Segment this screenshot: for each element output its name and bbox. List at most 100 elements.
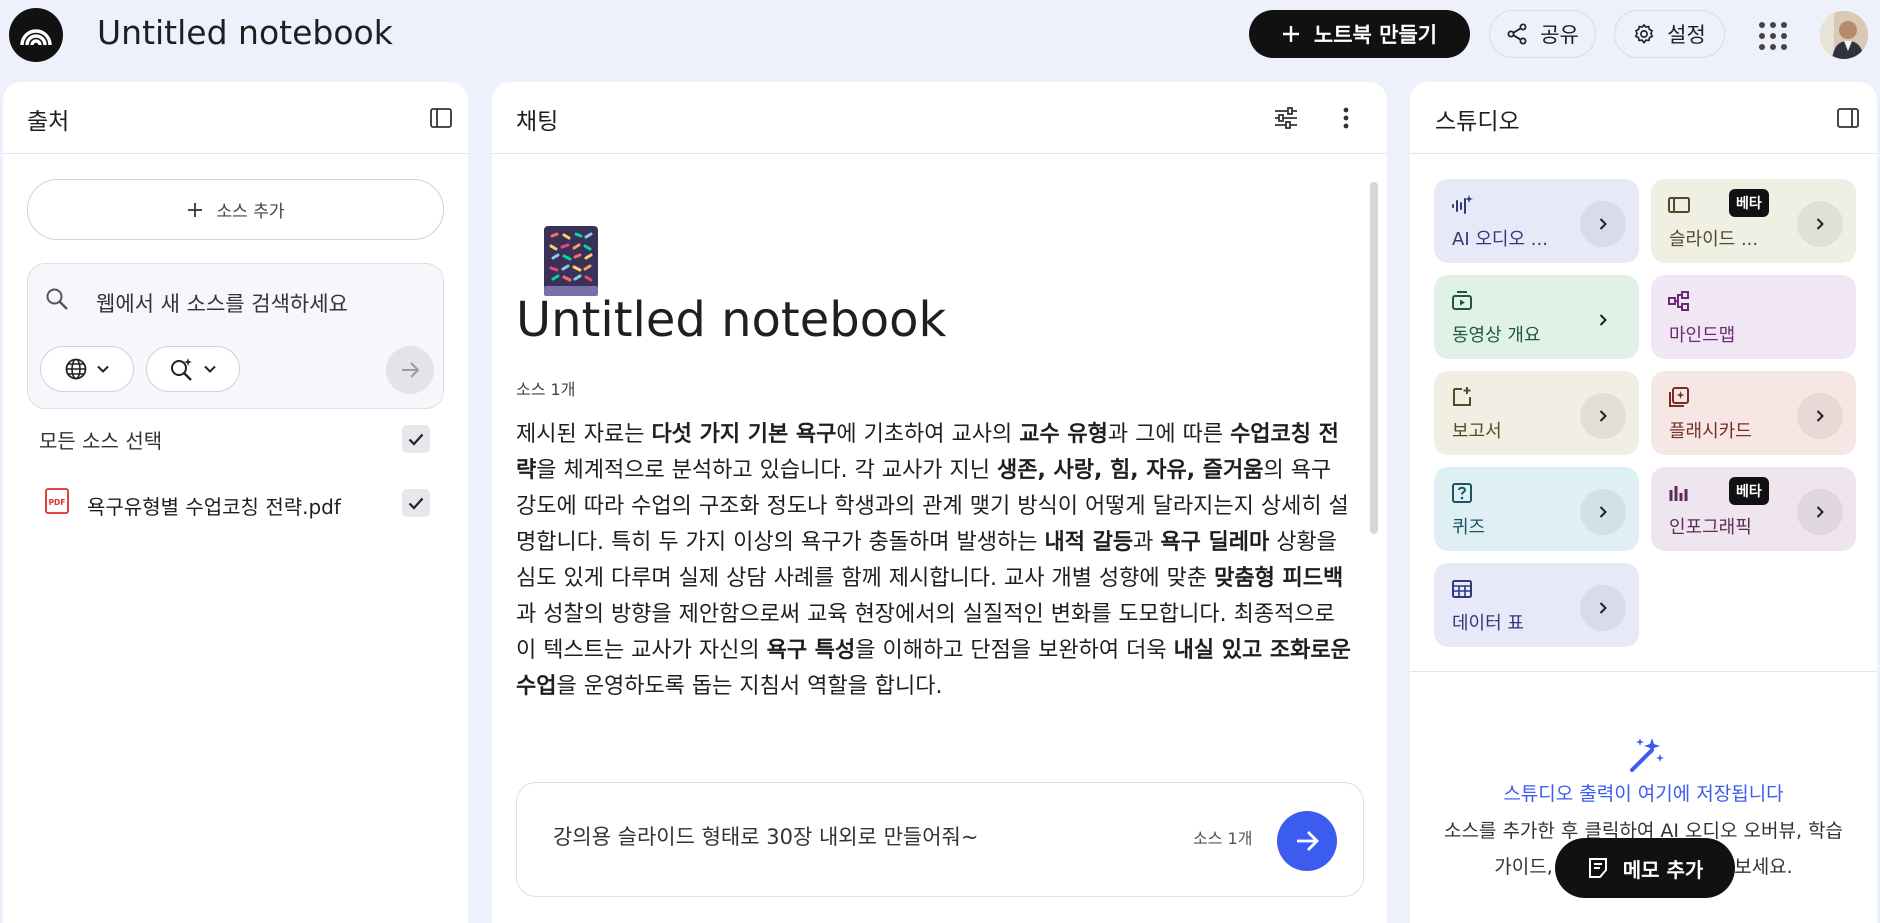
collapse-panel-icon[interactable]: [427, 104, 455, 132]
data-table-icon: [1450, 577, 1474, 601]
chevron-right-icon[interactable]: [1580, 201, 1626, 247]
checkmark-icon: [406, 429, 426, 449]
chat-scrollbar[interactable]: [1370, 182, 1378, 534]
studio-tile-label: 슬라이드 ...: [1669, 229, 1759, 250]
avatar[interactable]: [1820, 11, 1868, 59]
chat-panel-title: 채팅: [516, 109, 559, 135]
settings-button[interactable]: 설정: [1614, 10, 1725, 58]
search-submit-button[interactable]: [386, 346, 434, 394]
share-icon: [1506, 23, 1528, 45]
studio-tile-label: 퀴즈: [1452, 517, 1486, 538]
share-label: 공유: [1540, 23, 1579, 47]
notebook-cover-icon: [542, 224, 600, 298]
summary-keyword: 생존, 사랑, 힘, 자유, 즐거움: [997, 458, 1264, 483]
slides-icon: [1667, 193, 1691, 217]
studio-tile-label: 동영상 개요: [1452, 325, 1541, 346]
chevron-right-icon[interactable]: [1797, 489, 1843, 535]
svg-text:PDF: PDF: [49, 498, 66, 507]
studio-tile-video-overview[interactable]: 동영상 개요: [1434, 275, 1639, 359]
flashcard-icon: [1667, 385, 1691, 409]
composer-source-count: 소스 1개: [1193, 829, 1253, 848]
notebook-summary: 제시된 자료는 다섯 가지 기본 욕구에 기초하여 교사의 교수 유형과 그에 …: [516, 417, 1356, 705]
studio-tile-label: 플래시카드: [1669, 421, 1752, 442]
notebook-title[interactable]: Untitled notebook: [97, 13, 393, 52]
chevron-right-icon[interactable]: [1797, 393, 1843, 439]
beta-badge: 베타: [1729, 477, 1769, 505]
summary-text: 과: [1133, 530, 1161, 555]
chevron-down-icon: [96, 362, 110, 376]
chat-settings-tune-icon[interactable]: [1272, 104, 1300, 132]
studio-tile-quiz[interactable]: 퀴즈: [1434, 467, 1639, 551]
summary-keyword: 교수 유형: [1019, 422, 1108, 447]
studio-tile-infographic[interactable]: 인포그래픽 베타: [1651, 467, 1856, 551]
research-mode-dropdown[interactable]: [146, 346, 240, 392]
notebook-logo-icon[interactable]: [9, 8, 63, 62]
chat-input[interactable]: 강의용 슬라이드 형태로 30장 내외로 만들어줘~: [553, 821, 978, 851]
studio-tile-audio-waveform[interactable]: AI 오디오 ...: [1434, 179, 1639, 263]
create-notebook-button[interactable]: 노트북 만들기: [1249, 10, 1470, 58]
checkmark-icon: [406, 493, 426, 513]
studio-tile-label: 데이터 표: [1452, 613, 1524, 634]
studio-tile-mindmap[interactable]: 마인드맵: [1651, 275, 1856, 359]
chat-panel: 채팅 Untitled notebook 소스 1개 제시된 자료는 다섯 가지…: [492, 82, 1387, 923]
collapse-panel-icon[interactable]: [1834, 104, 1862, 132]
studio-tile-report[interactable]: 보고서: [1434, 371, 1639, 455]
studio-empty-title: 스튜디오 출력이 여기에 저장됩니다: [1503, 783, 1784, 805]
quiz-icon: [1450, 481, 1474, 505]
magic-wand-icon: [1626, 734, 1666, 774]
web-source-dropdown[interactable]: [40, 346, 134, 392]
sources-panel-header: 출처: [3, 82, 468, 154]
select-all-checkbox[interactable]: [402, 425, 430, 453]
summary-keyword: 맞춤형 피드백: [1214, 566, 1344, 591]
chevron-right-icon[interactable]: [1580, 585, 1626, 631]
studio-tile-slides[interactable]: 슬라이드 ... 베타: [1651, 179, 1856, 263]
add-source-button[interactable]: 소스 추가: [27, 179, 444, 240]
studio-panel-header: 스튜디오: [1410, 82, 1877, 154]
summary-text: 을 운영하도록 돕는 지침서 역할을 합니다.: [556, 674, 943, 699]
studio-tile-label: 마인드맵: [1669, 325, 1736, 346]
add-source-label: 소스 추가: [216, 202, 285, 222]
globe-icon: [64, 357, 88, 381]
chevron-right-icon[interactable]: [1580, 393, 1626, 439]
pdf-file-icon: PDF: [45, 488, 69, 514]
sources-panel-title: 출처: [27, 109, 70, 135]
studio-tile-flashcard[interactable]: 플래시카드: [1651, 371, 1856, 455]
summary-keyword: 욕구 딜레마: [1160, 530, 1270, 555]
search-input[interactable]: 웹에서 새 소스를 검색하세요: [96, 288, 348, 318]
chevron-right-icon[interactable]: [1797, 201, 1843, 247]
studio-panel: 스튜디오 AI 오디오 ... 슬라이드 ... 베타 동영상 개요 마인드맵 보고서 플래…: [1410, 82, 1877, 923]
sparkle-search-icon: [169, 356, 195, 382]
studio-tile-label: 보고서: [1452, 421, 1502, 442]
select-all-label: 모든 소스 선택: [39, 429, 163, 453]
chevron-right-icon[interactable]: [1580, 297, 1626, 343]
summary-text: 과 그에 따른: [1107, 422, 1231, 447]
chevron-right-icon[interactable]: [1797, 297, 1843, 343]
chat-notebook-title: Untitled notebook: [516, 292, 947, 348]
arrow-right-icon: [1293, 827, 1321, 855]
summary-text: 을 체계적으로 분석하고 있습니다. 각 교사가 지닌: [536, 458, 997, 483]
video-overview-icon: [1450, 289, 1474, 313]
plus-icon: [1282, 25, 1300, 43]
studio-tile-label: 인포그래픽: [1669, 517, 1752, 538]
add-memo-button[interactable]: 메모 추가: [1555, 838, 1735, 898]
report-icon: [1450, 385, 1474, 409]
beta-badge: 베타: [1729, 189, 1769, 217]
gear-icon: [1633, 23, 1655, 45]
summary-text: 을 이해하고 단점을 보완하여 더욱: [855, 638, 1174, 663]
top-bar: Untitled notebook 노트북 만들기 공유 설정: [0, 0, 1880, 70]
more-options-icon[interactable]: [1332, 104, 1360, 132]
apps-grid-icon[interactable]: [1756, 19, 1788, 51]
summary-keyword: 내적 갈등: [1044, 530, 1134, 555]
share-button[interactable]: 공유: [1489, 10, 1596, 58]
mindmap-icon: [1667, 289, 1691, 313]
source-item-checkbox[interactable]: [402, 489, 430, 517]
chevron-right-icon[interactable]: [1580, 489, 1626, 535]
studio-tile-data-table[interactable]: 데이터 표: [1434, 563, 1639, 647]
send-button[interactable]: [1277, 811, 1337, 871]
studio-tile-label: AI 오디오 ...: [1452, 229, 1548, 250]
summary-text: 에 기초하여 교사의: [836, 422, 1020, 447]
create-notebook-label: 노트북 만들기: [1313, 23, 1438, 47]
settings-label: 설정: [1667, 23, 1706, 47]
summary-text: 제시된 자료는: [516, 422, 652, 447]
search-icon: [44, 286, 70, 312]
